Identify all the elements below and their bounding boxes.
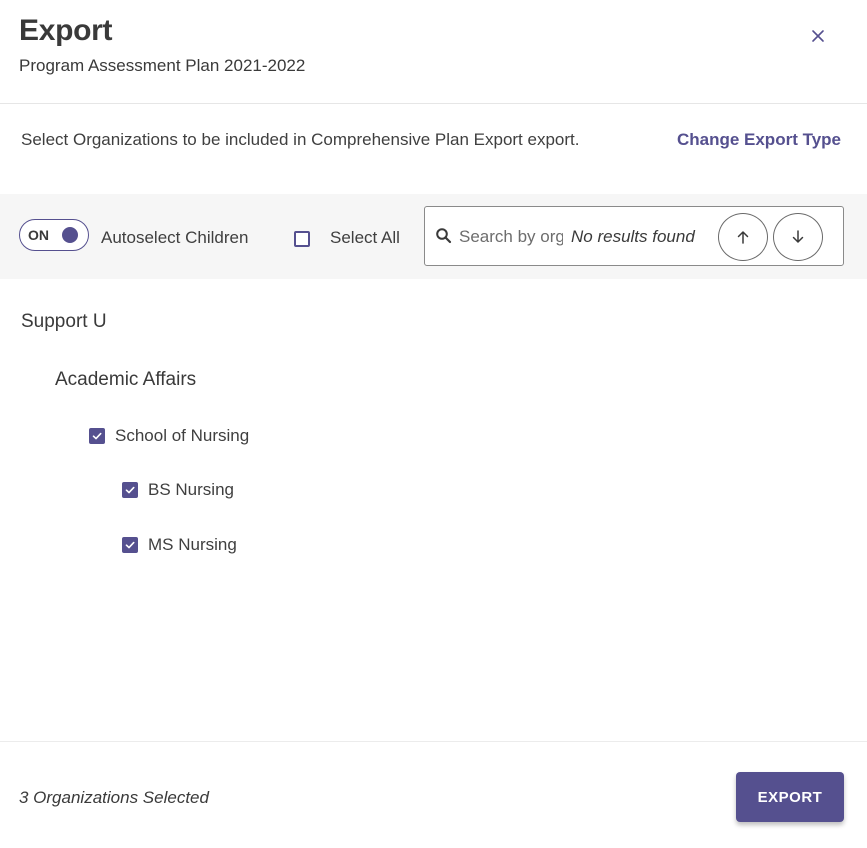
select-all-checkbox[interactable] [294,231,310,247]
tree-node-root: Support U [21,311,107,333]
intro-text: Select Organizations to be included in C… [21,130,580,149]
toolbar: ON Autoselect Children Select All No res… [0,194,867,279]
tree-item[interactable]: School of Nursing [89,426,249,446]
close-button[interactable] [806,24,830,48]
tree-item[interactable]: BS Nursing [122,480,234,500]
close-icon [812,30,824,42]
dialog-subtitle: Program Assessment Plan 2021-2022 [19,56,306,75]
tree-item[interactable]: MS Nursing [122,535,237,555]
next-result-button[interactable] [773,213,823,261]
tree-item-checkbox[interactable] [122,482,138,498]
dialog-footer: 3 Organizations Selected EXPORT [0,741,867,848]
search-box: No results found [424,206,844,266]
check-icon [92,432,102,440]
dialog-title: Export [19,14,113,47]
select-all-label: Select All [330,228,400,247]
selected-count: 3 Organizations Selected [19,788,209,807]
check-icon [125,541,135,549]
tree-item-checkbox[interactable] [122,537,138,553]
search-input[interactable] [459,225,563,249]
autoselect-toggle[interactable]: ON [19,219,89,251]
tree-node-label: Support U [21,311,107,332]
tree-item-label: School of Nursing [115,426,250,445]
arrow-up-icon [737,231,749,244]
tree-node-level1: Academic Affairs [55,369,196,391]
tree-item-label: MS Nursing [148,535,237,554]
dialog-header: Export Program Assessment Plan 2021-2022 [0,0,867,104]
export-button[interactable]: EXPORT [736,772,844,822]
tree-item-label: BS Nursing [148,480,234,499]
change-export-type-link[interactable]: Change Export Type [677,130,841,150]
search-status: No results found [571,227,695,246]
toggle-state-label: ON [28,227,49,243]
toggle-knob [62,227,78,243]
arrow-down-icon [792,230,804,243]
tree-item-checkbox[interactable] [89,428,105,444]
check-icon [125,486,135,494]
previous-result-button[interactable] [718,213,768,261]
search-icon [436,228,452,244]
autoselect-children-label: Autoselect Children [101,228,249,247]
tree-node-label: Academic Affairs [55,369,197,390]
